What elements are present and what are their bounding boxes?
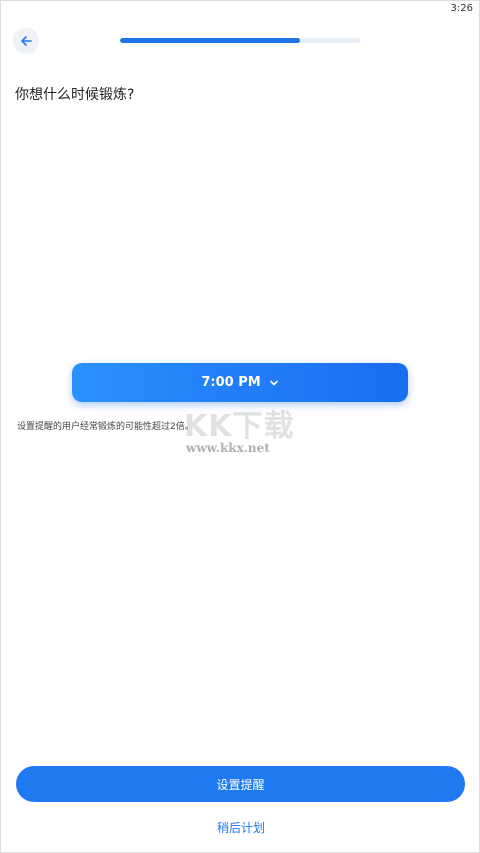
progress-fill xyxy=(120,38,300,43)
status-time: 3:26 xyxy=(450,3,473,14)
chevron-down-icon xyxy=(269,380,278,385)
watermark: KK下载 www.kkx.net xyxy=(184,401,304,461)
plan-later-link[interactable]: 稍后计划 xyxy=(1,819,480,836)
time-value: 7:00 PM xyxy=(201,375,261,390)
back-button[interactable] xyxy=(13,28,39,54)
watermark-url: www.kkx.net xyxy=(186,441,270,455)
page-title: 你想什么时候锻炼? xyxy=(15,87,135,103)
set-reminder-button[interactable]: 设置提醒 xyxy=(16,766,465,802)
app-screen: 3:26 你想什么时候锻炼? 7:00 PM 设置提醒的用户经常锻炼的可能性超过… xyxy=(0,0,480,853)
hint-text: 设置提醒的用户经常锻炼的可能性超过2倍。 xyxy=(17,422,194,432)
time-picker-button[interactable]: 7:00 PM xyxy=(72,363,408,402)
watermark-logo: KK下载 xyxy=(184,409,295,444)
progress-bar xyxy=(120,38,360,43)
arrow-left-icon xyxy=(21,36,32,46)
